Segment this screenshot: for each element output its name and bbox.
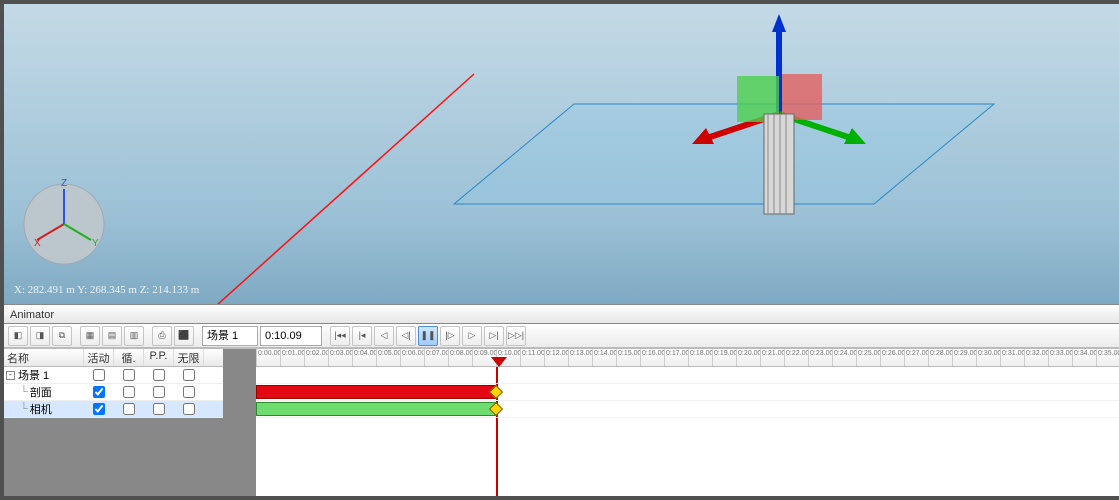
tree-body[interactable]: -场景 1└剖面└相机: [4, 367, 223, 418]
app-frame: Z X Y X: 282.491 m Y: 268.345 m Z: 214.1…: [0, 0, 1119, 500]
next-keyframe-button[interactable]: ▷|: [484, 326, 504, 346]
animator-body: 名称 活动 循. P.P. 无限 -场景 1└剖面└相机 0:00.000:01…: [4, 348, 1119, 496]
checkbox-active[interactable]: [93, 369, 105, 381]
checkbox-inf[interactable]: [183, 403, 195, 415]
checkbox-pp[interactable]: [153, 403, 165, 415]
checkbox-inf[interactable]: [183, 369, 195, 381]
coordinate-readout: X: 282.491 m Y: 268.345 m Z: 214.133 m: [14, 284, 199, 296]
tool-btn-2[interactable]: ◨: [30, 326, 50, 346]
gizmo-z-label: Z: [61, 178, 67, 189]
checkbox-loop[interactable]: [123, 386, 135, 398]
tree-row[interactable]: -场景 1: [4, 367, 223, 384]
gizmo-y-label: Y: [92, 238, 99, 249]
tree-header: 名称 活动 循. P.P. 无限: [4, 349, 223, 367]
tree-row-label: 场景 1: [18, 367, 49, 383]
checkbox-loop[interactable]: [123, 403, 135, 415]
animator-toolbar: ◧ ◨ ⧉ ▦ ▤ ▥ ⎙ ⬛ 场景 1 |◂◂ |◂ ◁ ◁| ❚❚ |▷ ▷…: [4, 324, 1119, 348]
track-bar[interactable]: [256, 385, 496, 399]
tool-btn-8[interactable]: ⬛: [174, 326, 194, 346]
scene-select[interactable]: 场景 1: [202, 326, 258, 346]
viewport-canvas: Z X Y: [4, 4, 1115, 304]
checkbox-pp[interactable]: [153, 386, 165, 398]
track-bar[interactable]: [256, 402, 496, 416]
checkbox-active[interactable]: [93, 403, 105, 415]
tracks-area[interactable]: [256, 367, 1119, 496]
tool-btn-7[interactable]: ⎙: [152, 326, 172, 346]
gizmo-x-label: X: [34, 238, 41, 249]
animator-panel-title: Animator: [4, 304, 1119, 324]
timeline-gutter: [224, 349, 256, 496]
first-keyframe-button[interactable]: |◂: [352, 326, 372, 346]
scene-tree-panel: 名称 活动 循. P.P. 无限 -场景 1└剖面└相机: [4, 349, 224, 496]
pause-button[interactable]: ❚❚: [418, 326, 438, 346]
track-row[interactable]: [256, 401, 1119, 418]
time-input[interactable]: [260, 326, 322, 346]
play-button[interactable]: ▷: [462, 326, 482, 346]
timeline-panel: 0:00.000:01.000:02.000:03.000:04.000:05.…: [224, 349, 1119, 496]
col-inf: 无限: [174, 349, 204, 366]
timeline-area[interactable]: 0:00.000:01.000:02.000:03.000:04.000:05.…: [256, 349, 1119, 496]
tree-row-label: 剖面: [30, 384, 52, 400]
tool-btn-1[interactable]: ◧: [8, 326, 28, 346]
viewport-3d[interactable]: Z X Y X: 282.491 m Y: 268.345 m Z: 214.1…: [4, 4, 1119, 304]
tree-row-label: 相机: [30, 401, 52, 417]
checkbox-loop[interactable]: [123, 369, 135, 381]
prev-keyframe-button[interactable]: ◁: [374, 326, 394, 346]
time-ruler[interactable]: 0:00.000:01.000:02.000:03.000:04.000:05.…: [256, 349, 1119, 367]
rewind-button[interactable]: |◂◂: [330, 326, 350, 346]
step-back-button[interactable]: ◁|: [396, 326, 416, 346]
checkbox-active[interactable]: [93, 386, 105, 398]
track-row[interactable]: [256, 384, 1119, 401]
tree-row[interactable]: └剖面: [4, 384, 223, 401]
step-forward-button[interactable]: |▷: [440, 326, 460, 346]
checkbox-inf[interactable]: [183, 386, 195, 398]
col-pp: P.P.: [144, 349, 174, 366]
checkbox-pp[interactable]: [153, 369, 165, 381]
col-loop: 循.: [114, 349, 144, 366]
tool-btn-6[interactable]: ▥: [124, 326, 144, 346]
tree-row[interactable]: └相机: [4, 401, 223, 418]
col-name: 名称: [4, 349, 84, 366]
col-active: 活动: [84, 349, 114, 366]
track-row[interactable]: [256, 367, 1119, 384]
expand-icon[interactable]: -: [6, 371, 15, 380]
tool-btn-3[interactable]: ⧉: [52, 326, 72, 346]
tool-btn-4[interactable]: ▦: [80, 326, 100, 346]
last-keyframe-button[interactable]: ▷▷|: [506, 326, 526, 346]
tool-btn-5[interactable]: ▤: [102, 326, 122, 346]
